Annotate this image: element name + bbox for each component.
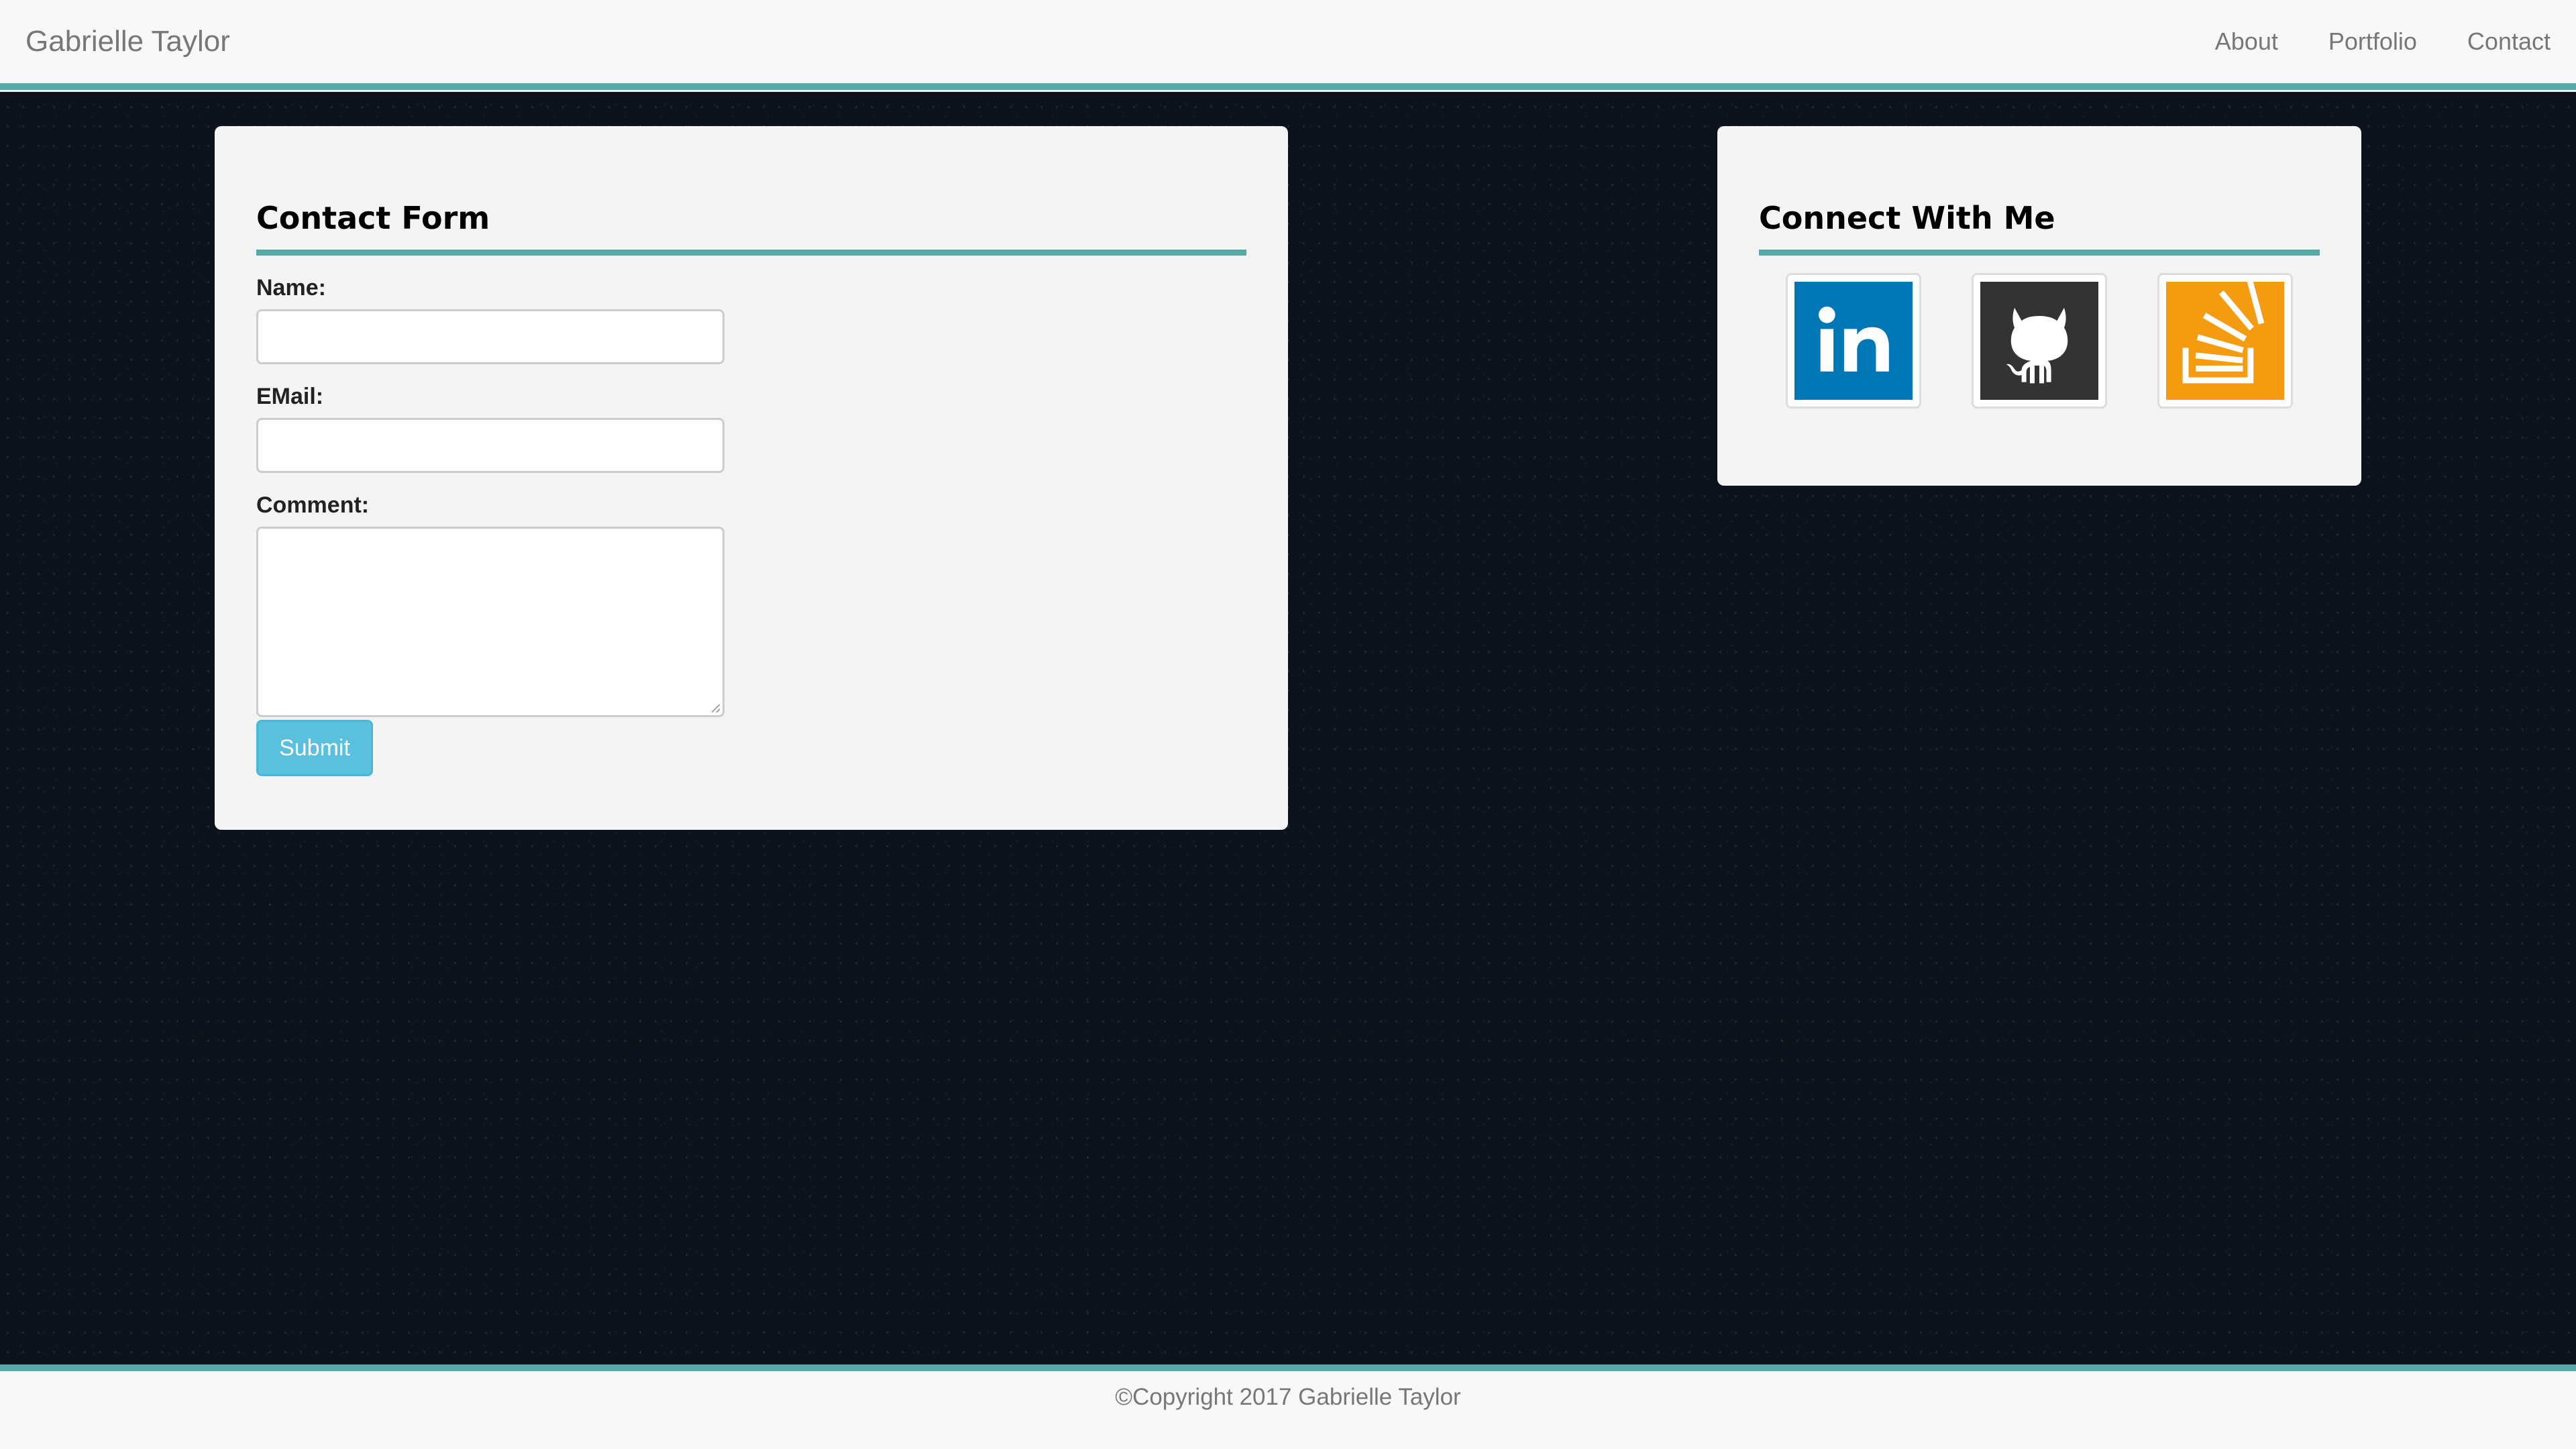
connect-title: Connect With Me — [1759, 200, 2320, 256]
linkedin-icon — [1794, 282, 1913, 400]
resize-grip-icon[interactable] — [712, 704, 720, 712]
linkedin-link[interactable] — [1786, 273, 1921, 409]
name-input[interactable] — [256, 309, 724, 364]
comment-label: Comment: — [256, 492, 370, 518]
name-label: Name: — [256, 275, 326, 301]
github-icon — [1980, 282, 2098, 400]
nav-link-portfolio[interactable]: Portfolio — [2328, 27, 2417, 56]
top-navbar: Gabrielle Taylor About Portfolio Contact — [0, 0, 2576, 92]
email-input[interactable] — [256, 418, 724, 473]
submit-button[interactable]: Submit — [256, 720, 373, 776]
social-links — [1759, 273, 2320, 409]
connect-panel: Connect With Me — [1717, 126, 2361, 486]
contact-form-panel: Contact Form Name: EMail: Comment: Submi… — [215, 126, 1288, 830]
stackoverflow-link[interactable] — [2157, 273, 2293, 409]
nav-link-contact[interactable]: Contact — [2467, 27, 2551, 56]
brand-link[interactable]: Gabrielle Taylor — [25, 24, 230, 59]
github-link[interactable] — [1972, 273, 2107, 409]
footer: ©Copyright 2017 Gabrielle Taylor — [0, 1364, 2576, 1449]
copyright-text: ©Copyright 2017 Gabrielle Taylor — [1115, 1384, 1461, 1410]
nav-links: About Portfolio Contact — [2215, 27, 2551, 56]
email-label: EMail: — [256, 384, 324, 409]
stackoverflow-icon — [2166, 282, 2284, 400]
contact-form-title: Contact Form — [256, 200, 1246, 256]
nav-link-about[interactable]: About — [2215, 27, 2278, 56]
comment-textarea[interactable] — [256, 527, 724, 717]
